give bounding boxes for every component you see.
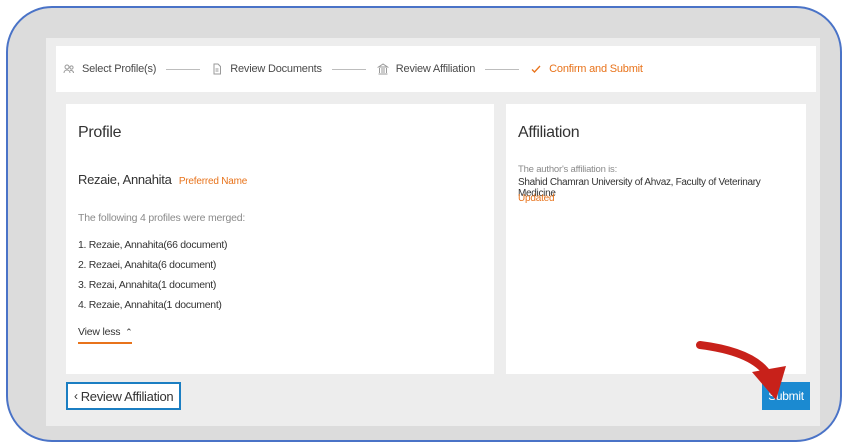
preferred-name-badge: Preferred Name xyxy=(178,176,248,187)
document-icon xyxy=(210,62,224,76)
step-select-profiles[interactable]: Select Profile(s) xyxy=(62,62,156,76)
submit-button[interactable]: Submit xyxy=(762,382,810,410)
affiliation-label: The author's affiliation is: xyxy=(518,164,618,175)
chevron-up-icon: ⌃ xyxy=(125,327,133,337)
view-less-label: View less xyxy=(78,326,121,338)
affiliation-status: Updated xyxy=(518,193,555,204)
step-confirm-and-submit[interactable]: Confirm and Submit xyxy=(529,62,643,76)
profile-name: Rezaie, Annahita xyxy=(78,172,172,187)
step-label: Review Documents xyxy=(230,63,322,75)
review-affiliation-back-button[interactable]: ‹ Review Affiliation xyxy=(66,382,182,410)
step-divider xyxy=(331,68,366,70)
chevron-left-icon: ‹ xyxy=(74,389,78,403)
affiliation-card: Affiliation The author's affiliation is:… xyxy=(506,104,806,374)
screenshot-frame: Select Profile(s) Review Documents Revie… xyxy=(6,6,842,442)
list-item: 4. Rezaie, Annahita(1 document) xyxy=(78,299,222,311)
list-item: 2. Rezaei, Anahita(6 document) xyxy=(78,259,217,271)
view-less-link[interactable]: View less ⌃ xyxy=(78,326,133,344)
list-item: 3. Rezai, Annahita(1 document) xyxy=(78,279,217,291)
building-icon xyxy=(376,62,390,76)
profile-card: Profile Rezaie, Annahita Preferred Name … xyxy=(66,104,494,374)
merged-profiles-note: The following 4 profiles were merged: xyxy=(78,212,246,224)
affiliation-title: Affiliation xyxy=(518,124,580,141)
users-icon xyxy=(62,62,76,76)
profile-name-row: Rezaie, Annahita Preferred Name xyxy=(78,172,247,187)
step-label: Confirm and Submit xyxy=(549,63,643,75)
list-item: 1. Rezaie, Annahita(66 document) xyxy=(78,239,228,251)
step-divider xyxy=(166,68,201,70)
step-label: Review Affiliation xyxy=(395,63,476,75)
check-icon xyxy=(529,62,543,76)
step-divider xyxy=(485,68,520,70)
submit-button-label: Submit xyxy=(768,389,804,403)
profile-title: Profile xyxy=(78,124,122,141)
affiliation-value: Shahid Chamran University of Ahvaz, Facu… xyxy=(518,177,761,199)
step-label: Select Profile(s) xyxy=(82,63,157,75)
progress-stepper: Select Profile(s) Review Documents Revie… xyxy=(56,46,816,92)
step-review-documents[interactable]: Review Documents xyxy=(210,62,322,76)
merged-profiles-list: 1. Rezaie, Annahita(66 document) 2. Reza… xyxy=(78,235,227,315)
step-review-affiliation[interactable]: Review Affiliation xyxy=(376,62,475,76)
back-button-label: Review Affiliation xyxy=(80,388,174,404)
wizard-panel: Select Profile(s) Review Documents Revie… xyxy=(46,38,820,426)
